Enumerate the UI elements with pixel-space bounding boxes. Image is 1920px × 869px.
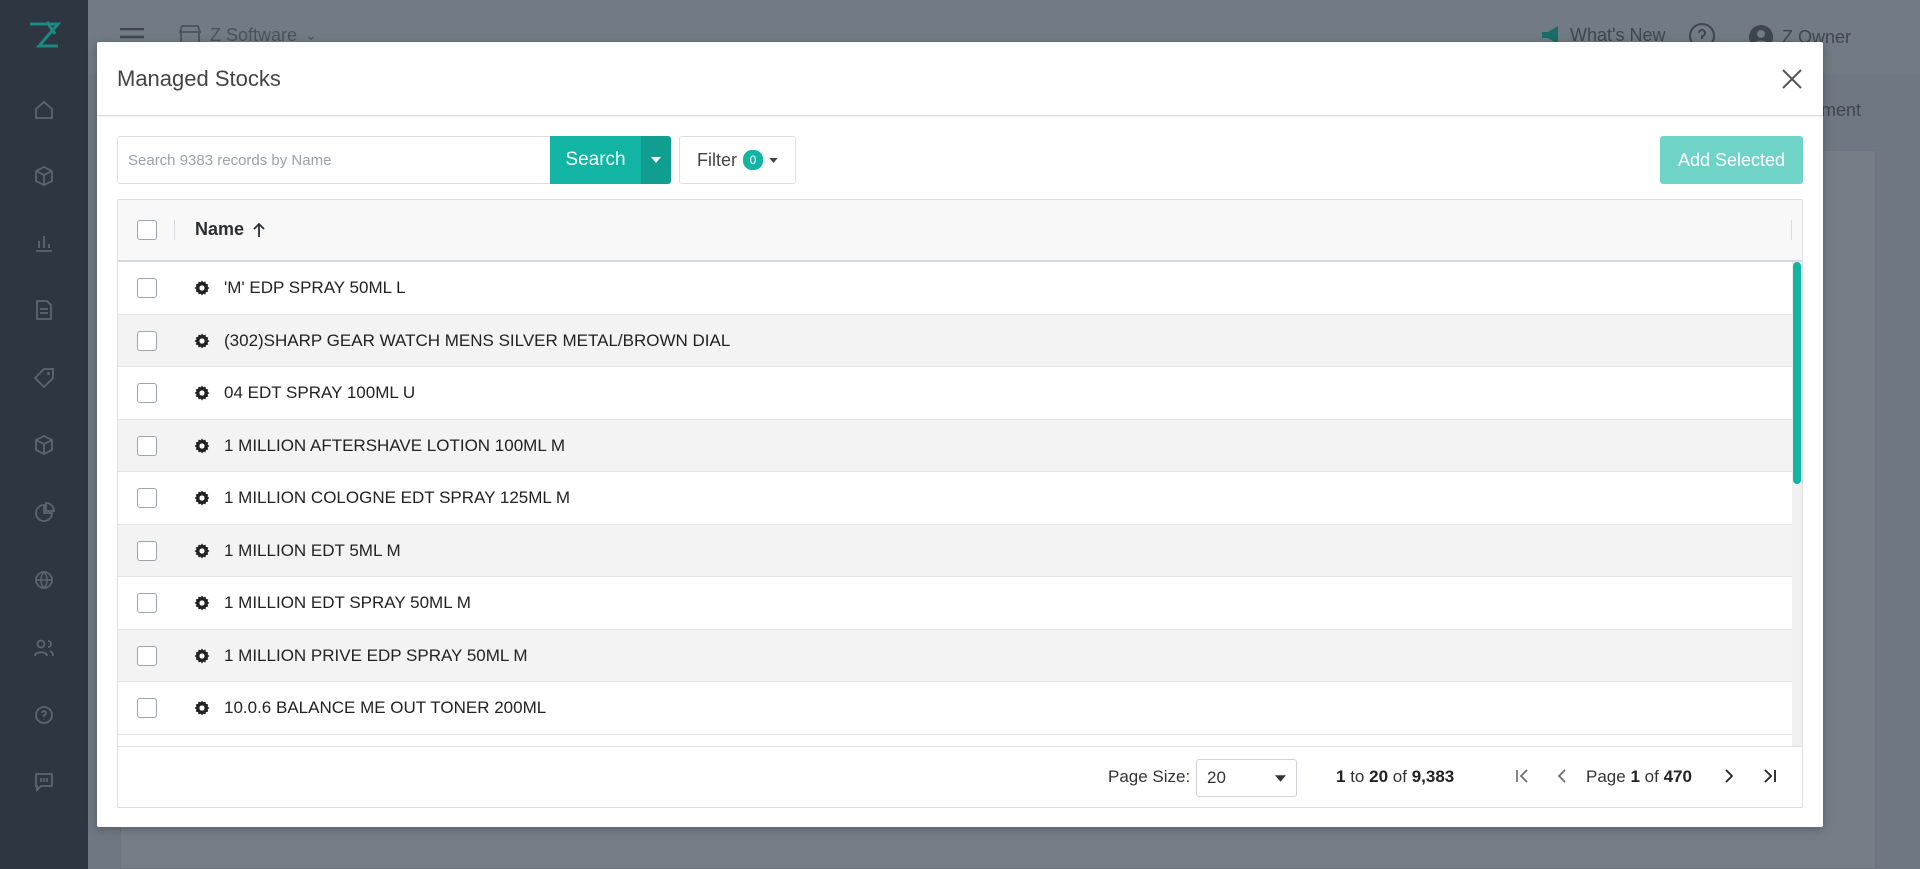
table-row[interactable]: 1 MILLION AFTERSHAVE LOTION 100ML M [118,419,1802,472]
pie-chart-icon[interactable] [32,501,56,525]
page-size-label: Page Size: [1108,767,1191,786]
stock-name: (302)SHARP GEAR WATCH MENS SILVER METAL/… [224,330,731,350]
close-icon[interactable] [1779,66,1805,92]
column-separator [174,220,175,240]
gear-icon[interactable] [194,385,210,401]
help-icon[interactable] [32,703,56,727]
stock-name: 1 MILLION EDT SPRAY 50ML M [224,593,471,612]
gear-icon[interactable] [194,595,210,611]
sort-ascending-icon [253,222,265,237]
gear-icon[interactable] [194,648,210,664]
report-icon[interactable] [32,298,56,322]
gear-icon[interactable] [194,438,210,454]
globe-icon[interactable] [32,568,56,592]
page-indicator: Page 1 of 470 [1586,767,1692,787]
row-checkbox[interactable] [137,645,157,666]
select-all-checkbox[interactable] [137,220,157,240]
stocks-grid: Name 'M' EDP SPRAY 50ML L (302)SHARP GEAR… [117,199,1803,808]
stock-name: 1 MILLION EDT 5ML M [224,540,401,560]
gear-icon[interactable] [194,700,210,716]
search-input[interactable] [117,136,550,184]
package-icon[interactable] [32,433,56,457]
table-row[interactable]: 1 MILLION EDT 5ML M [118,524,1802,577]
table-row[interactable]: 1 MILLION PRIVE EDP SPRAY 50ML M [118,629,1802,682]
managed-stocks-modal: Managed Stocks Search Filter 0 Add Selec… [97,42,1823,827]
gear-icon[interactable] [194,490,210,506]
row-checkbox[interactable] [137,698,157,718]
name-column-label: Name [195,219,245,239]
scroll-thumb[interactable] [1793,262,1801,484]
row-checkbox[interactable] [137,593,157,613]
filter-label: Filter [697,149,737,170]
caret-down-icon [1275,774,1286,782]
modal-title: Managed Stocks [117,66,281,91]
last-page-icon[interactable] [1759,765,1781,787]
chevron-down-icon: ⌄ [305,26,317,43]
previous-page-icon[interactable] [1551,765,1573,787]
range-to: 20 [1369,767,1389,786]
next-page-icon[interactable] [1718,765,1740,787]
stock-name: 1 MILLION AFTERSHAVE LOTION 100ML M [224,435,566,455]
grid-body: 'M' EDP SPRAY 50ML L (302)SHARP GEAR WATC… [118,262,1802,747]
feedback-icon[interactable] [32,770,56,794]
stock-name: 10.0.6 BALANCE ME OUT TONER 200ML [224,698,547,717]
page-size-select[interactable]: 20 [1196,759,1297,797]
row-checkbox[interactable] [137,540,157,561]
column-resize-handle[interactable] [1791,220,1792,240]
box-icon[interactable] [32,164,56,188]
modal-header: Managed Stocks [97,42,1823,116]
first-page-icon[interactable] [1511,765,1533,787]
range-of-word: of [1392,767,1407,786]
row-checkbox[interactable] [137,330,157,351]
page-of-word: of [1644,767,1659,786]
table-row[interactable]: 04 EDT SPRAY 100ML U [118,367,1802,420]
row-checkbox[interactable] [137,278,157,298]
page-total: 470 [1663,767,1692,786]
table-row[interactable]: 10.0.6 BALANCE ME OUT TONER 200ML [118,682,1802,735]
bar-chart-icon[interactable] [32,231,56,255]
search-options-button[interactable] [641,136,671,184]
table-row[interactable]: 1 MILLION EDT SPRAY 50ML M [118,577,1802,630]
pagination-bar: Page Size: 20 1 to 20 of 9,383 Page 1 of… [118,746,1802,807]
add-selected-button[interactable]: Add Selected [1660,136,1803,184]
home-icon[interactable] [32,98,56,122]
stock-name: 'M' EDP SPRAY 50ML L [224,278,406,297]
search-button[interactable]: Search [550,136,641,184]
range-total: 9,383 [1411,767,1455,786]
table-row[interactable]: 1 MILLION COLOGNE EDT SPRAY 125ML M [118,472,1802,525]
page-word: Page [1586,767,1626,786]
caret-down-icon [651,157,661,163]
name-column-header[interactable]: Name [195,219,266,240]
table-row[interactable]: 'M' EDP SPRAY 50ML L [118,262,1802,315]
filter-count-badge: 0 [743,150,763,170]
grid-scrollbar[interactable] [1792,262,1802,747]
page-size-value: 20 [1207,768,1226,787]
record-range: 1 to 20 of 9,383 [1336,767,1454,787]
range-from: 1 [1336,767,1346,786]
stock-name: 1 MILLION PRIVE EDP SPRAY 50ML M [224,645,528,665]
filter-button[interactable]: Filter 0 [679,136,796,184]
row-checkbox[interactable] [137,435,157,456]
users-icon[interactable] [32,636,56,660]
range-to-word: to [1350,767,1365,786]
gear-icon[interactable] [194,280,210,296]
stock-name: 04 EDT SPRAY 100ML U [224,383,416,402]
page-current: 1 [1630,767,1640,786]
app-logo-icon [30,21,61,48]
sidebar [0,0,88,869]
caret-down-icon [769,157,778,163]
toolbar: Search Filter 0 Add Selected [117,136,1803,184]
tag-icon[interactable] [32,366,56,390]
row-checkbox[interactable] [137,488,157,508]
table-row[interactable]: (302)SHARP GEAR WATCH MENS SILVER METAL/… [118,314,1802,367]
row-checkbox[interactable] [137,383,157,403]
gear-icon[interactable] [194,333,210,349]
grid-header: Name [118,200,1802,262]
gear-icon[interactable] [194,543,210,559]
stock-name: 1 MILLION COLOGNE EDT SPRAY 125ML M [224,488,571,507]
